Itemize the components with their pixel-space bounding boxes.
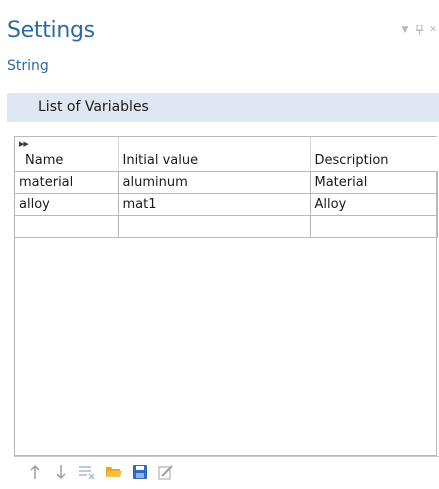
settings-panel: Settings String ▼ ✕ List of Variables ▶▶… (0, 0, 439, 489)
table-cell[interactable] (309, 215, 438, 238)
table-cell[interactable]: material (15, 171, 119, 194)
page-subtitle: String (7, 58, 49, 74)
window-controls: ▼ ✕ (401, 24, 437, 38)
table-cell[interactable]: Material (309, 171, 438, 194)
move-down-icon[interactable] (52, 463, 70, 481)
table-toolbar (14, 456, 439, 489)
table-cell[interactable]: alloy (15, 193, 119, 216)
load-from-file-icon[interactable] (105, 463, 123, 481)
table-row[interactable] (15, 215, 438, 238)
page-title: Settings (7, 18, 95, 43)
move-up-icon[interactable] (26, 463, 44, 481)
variables-table-container: ▶▶ Name Initial value Description materi… (14, 136, 438, 456)
table-row[interactable]: material aluminum Material (15, 171, 438, 194)
table-row[interactable]: alloy mat1 Alloy (15, 193, 438, 216)
table-cell[interactable]: mat1 (117, 193, 311, 216)
variables-table: ▶▶ Name Initial value Description materi… (15, 137, 438, 238)
dropdown-arrow-icon[interactable]: ▼ (401, 25, 409, 38)
table-header-row: ▶▶ Name Initial value Description (15, 137, 437, 172)
column-header-name[interactable]: ▶▶ Name (15, 137, 119, 172)
table-cell[interactable] (15, 215, 119, 238)
expand-columns-icon[interactable]: ▶▶ (19, 140, 29, 148)
section-header-list-of-variables[interactable]: List of Variables (7, 93, 439, 122)
edit-icon[interactable] (157, 463, 175, 481)
table-cell[interactable] (117, 215, 311, 238)
table-cell[interactable]: Alloy (309, 193, 438, 216)
clear-table-icon[interactable] (78, 463, 96, 481)
close-icon[interactable]: ✕ (429, 25, 437, 38)
pin-icon[interactable] (415, 24, 423, 38)
column-header-initial-value[interactable]: Initial value (118, 137, 311, 172)
save-to-file-icon[interactable] (131, 463, 149, 481)
section-title: List of Variables (38, 99, 149, 115)
table-cell[interactable]: aluminum (117, 171, 311, 194)
column-header-description[interactable]: Description (310, 137, 437, 172)
